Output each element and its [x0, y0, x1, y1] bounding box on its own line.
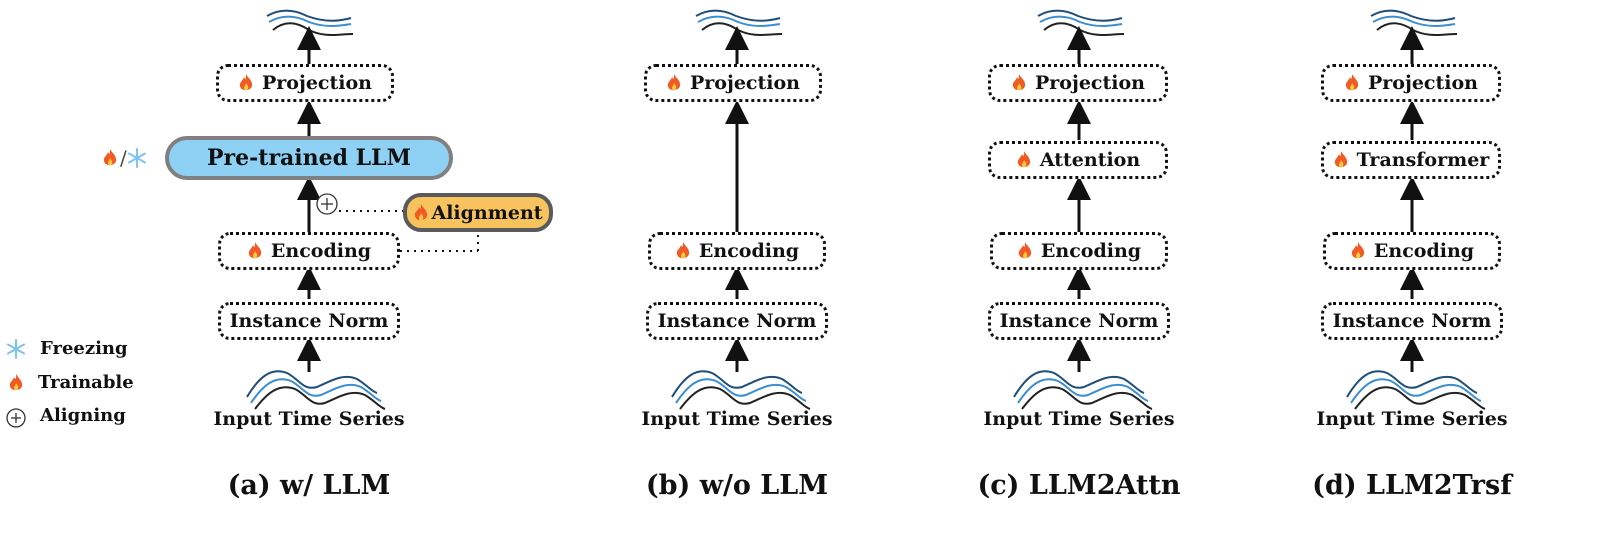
input-series-icon: [1346, 370, 1486, 410]
panel-caption: (c) LLM2Attn: [977, 470, 1181, 501]
block-label: Projection: [262, 72, 372, 94]
block-label: Transformer: [1356, 149, 1490, 171]
block-label: Encoding: [1040, 240, 1142, 262]
fire-icon: [1345, 74, 1359, 91]
block-label: Instance Norm: [1332, 310, 1492, 332]
block-label: Instance Norm: [657, 310, 817, 332]
encoding-block: Encoding: [1323, 232, 1501, 270]
block-label: Alignment: [431, 201, 543, 224]
encoding-block: Encoding: [648, 232, 826, 270]
output-series-icon: [1370, 9, 1458, 37]
output-series-icon: [266, 9, 354, 37]
fire-icon: [667, 74, 681, 91]
input-series-icon: [671, 370, 811, 410]
input-label: Input Time Series: [983, 408, 1175, 430]
llm-state-indicator: /: [102, 146, 147, 170]
attention-block: Attention: [988, 141, 1168, 179]
fire-icon: [248, 242, 262, 259]
block-label: Instance Norm: [999, 310, 1159, 332]
block-label: Instance Norm: [229, 310, 389, 332]
block-label: Attention: [1039, 149, 1141, 171]
block-label: Projection: [1368, 72, 1478, 94]
fire-icon: [1334, 151, 1347, 168]
projection-block: Projection: [1321, 64, 1501, 102]
legend-item-aligning: Aligning: [40, 405, 126, 426]
encoding-block: Encoding: [990, 232, 1168, 270]
legend-label: Freezing: [40, 338, 128, 359]
input-series-icon: [246, 370, 386, 410]
fire-icon: [239, 74, 253, 91]
fire-icon: [415, 203, 428, 220]
output-series-icon: [1037, 9, 1125, 37]
instance-norm-block: Instance Norm: [988, 302, 1170, 340]
fire-icon: [103, 149, 117, 166]
fire-icon: [1018, 242, 1032, 259]
block-label: Projection: [690, 72, 800, 94]
fire-icon: [1017, 151, 1030, 168]
panel-caption: (a) w/ LLM: [227, 470, 391, 501]
input-label: Input Time Series: [1316, 408, 1508, 430]
input-label: Input Time Series: [213, 408, 405, 430]
snowflake-icon: [127, 148, 146, 168]
legend-item-freezing: Freezing: [6, 338, 128, 359]
block-label: Pre-trained LLM: [207, 145, 411, 171]
instance-norm-block: Instance Norm: [646, 302, 828, 340]
panel-caption: (b) w/o LLM: [645, 470, 829, 501]
projection-block: Projection: [988, 64, 1168, 102]
fire-icon: [1351, 242, 1365, 259]
block-label: Projection: [1035, 72, 1145, 94]
block-label: Encoding: [1373, 240, 1475, 262]
snowflake-icon: [7, 338, 25, 359]
fire-icon: [1012, 74, 1026, 91]
legend-icons: [6, 408, 26, 428]
legend-item-trainable: Trainable: [8, 372, 134, 393]
block-label: Encoding: [698, 240, 800, 262]
transformer-block: Transformer: [1321, 141, 1501, 179]
fire-icon: [676, 242, 690, 259]
panel-caption: (d) LLM2Trsf: [1312, 470, 1512, 501]
input-label: Input Time Series: [641, 408, 833, 430]
legend-label: Aligning: [40, 405, 126, 426]
projection-block: Projection: [216, 64, 394, 102]
fire-icon: [9, 373, 23, 390]
instance-norm-block: Instance Norm: [218, 302, 400, 340]
instance-norm-block: Instance Norm: [1321, 302, 1503, 340]
alignment-block: Alignment: [403, 193, 553, 232]
input-series-icon: [1013, 370, 1153, 410]
block-label: Encoding: [270, 240, 372, 262]
projection-block: Projection: [644, 64, 822, 102]
output-series-icon: [695, 9, 783, 37]
slash-separator: /: [120, 146, 127, 170]
legend-label: Trainable: [38, 372, 134, 393]
pretrained-llm-block: Pre-trained LLM: [165, 136, 453, 180]
encoding-block: Encoding: [218, 232, 400, 270]
